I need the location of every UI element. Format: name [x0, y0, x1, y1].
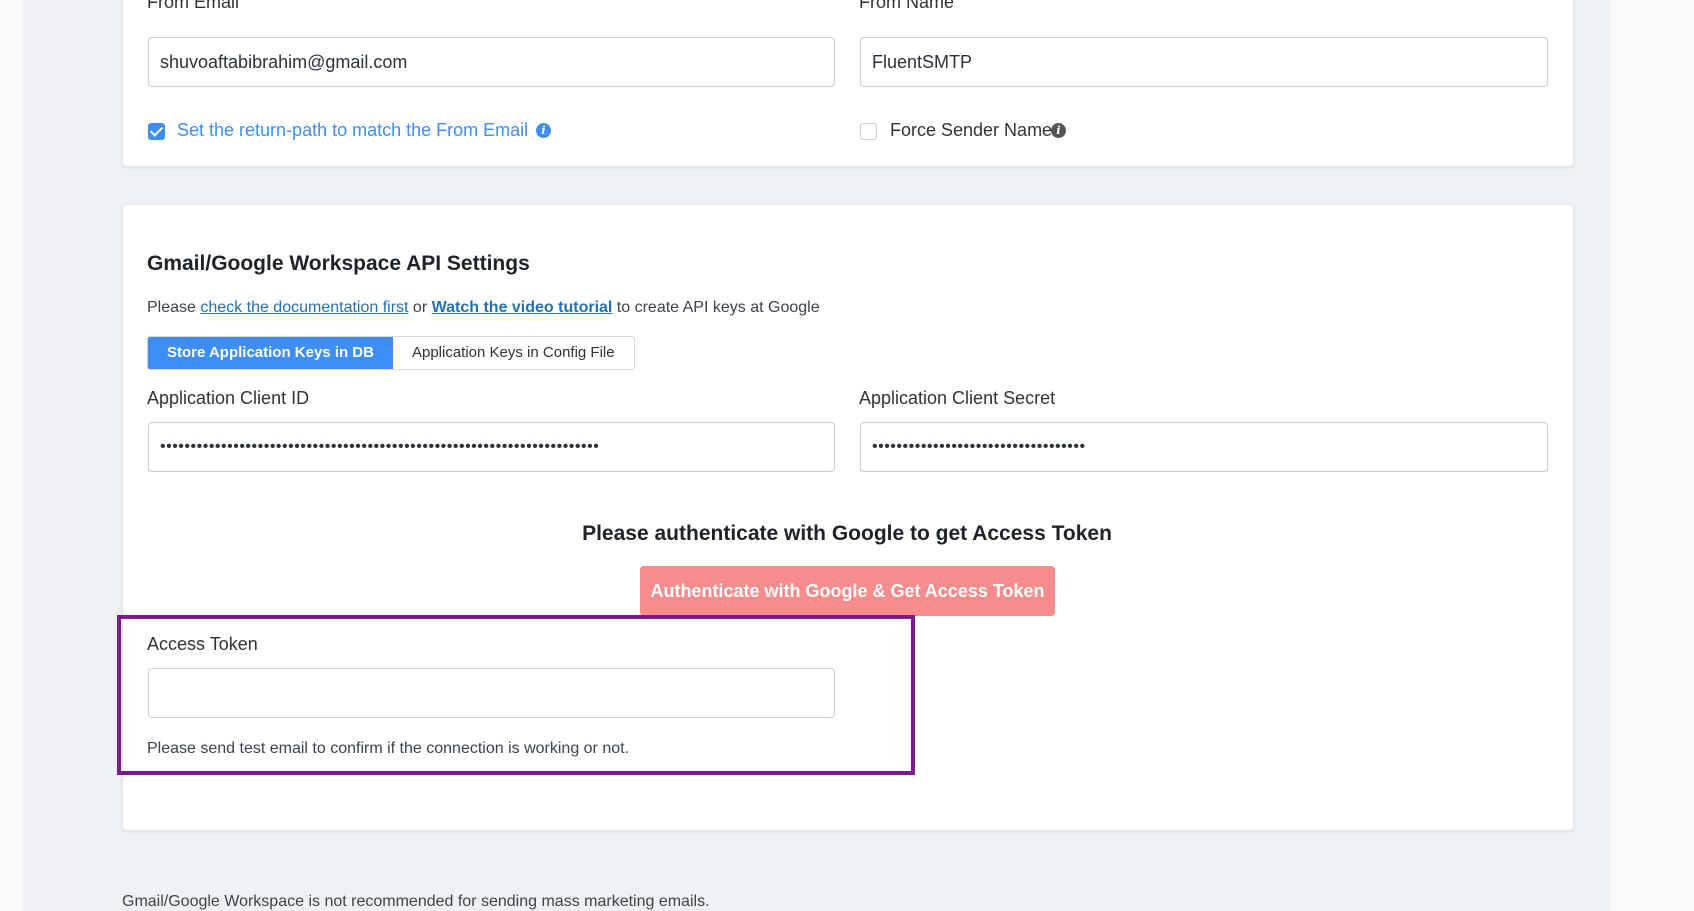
tab-config-file[interactable]: Application Keys in Config File — [392, 337, 634, 369]
force-sender-checkbox[interactable] — [860, 123, 877, 140]
auth-title: Please authenticate with Google to get A… — [582, 522, 1112, 545]
from-email-field[interactable]: shuvoaftabibrahim@gmail.com — [148, 37, 835, 87]
return-path-info-icon[interactable]: i — [536, 123, 551, 138]
return-path-label[interactable]: Set the return-path to match the From Em… — [177, 120, 528, 141]
from-name-field[interactable]: FluentSMTP — [860, 37, 1548, 87]
intro-mid: or — [408, 299, 432, 316]
key-storage-tabs: Store Application Keys in DB Application… — [147, 336, 635, 370]
mass-email-warning: Gmail/Google Workspace is not recommende… — [122, 893, 710, 910]
tab-store-in-db[interactable]: Store Application Keys in DB — [148, 337, 393, 369]
from-name-label: From Name — [859, 0, 955, 12]
client-id-field[interactable]: ••••••••••••••••••••••••••••••••••••••••… — [148, 422, 835, 472]
intro-suffix: to create API keys at Google — [612, 299, 820, 316]
client-id-label: Application Client ID — [147, 388, 310, 408]
video-tutorial-link[interactable]: Watch the video tutorial — [432, 299, 613, 316]
page-left-margin — [0, 0, 23, 911]
page-right-margin — [1610, 0, 1694, 911]
intro-prefix: Please — [147, 299, 201, 316]
from-email-label: From Email — [147, 0, 240, 12]
return-path-checkbox[interactable] — [148, 123, 165, 140]
gmail-settings-heading: Gmail/Google Workspace API Settings — [147, 252, 530, 275]
force-sender-info-icon[interactable]: i — [1051, 123, 1066, 138]
authenticate-google-button[interactable]: Authenticate with Google & Get Access To… — [640, 566, 1055, 616]
force-sender-label[interactable]: Force Sender Name — [890, 120, 1052, 141]
documentation-link[interactable]: check the documentation first — [200, 299, 408, 316]
gmail-intro-text: Please check the documentation first or … — [147, 299, 820, 317]
client-secret-field[interactable]: ••••••••••••••••••••••••••••••••••• — [860, 422, 1548, 472]
client-secret-label: Application Client Secret — [859, 388, 1056, 408]
access-token-highlight-box — [117, 615, 915, 775]
